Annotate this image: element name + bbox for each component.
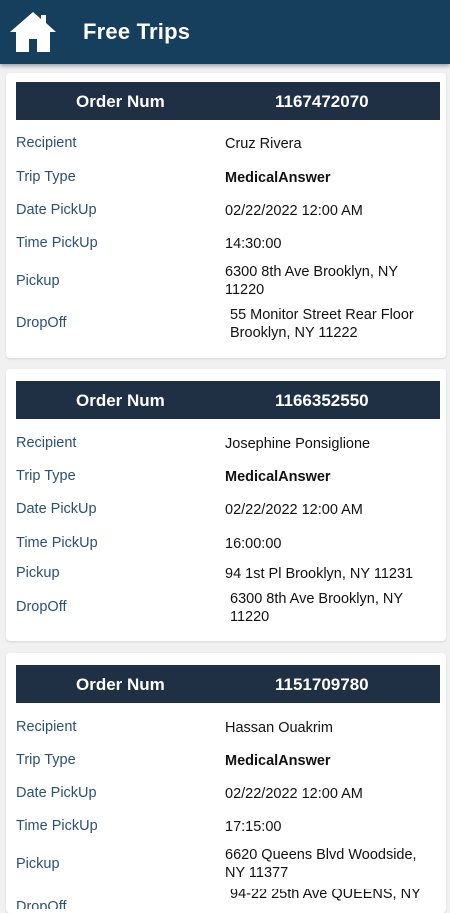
- order-num-label: Order Num: [76, 675, 165, 694]
- order-header: Order Num 1151709780: [16, 665, 440, 703]
- trip-card[interactable]: Order Num 1167472070 Recipient Cruz Rive…: [6, 73, 446, 358]
- dropoff-value: 55 Monitor Street Rear Floor Brooklyn, N…: [230, 307, 414, 341]
- recipient-label: Recipient: [16, 435, 77, 451]
- dropoff-label: DropOff: [16, 315, 67, 331]
- pickup-label: Pickup: [16, 273, 60, 289]
- recipient-value: Josephine Ponsiglione: [225, 436, 371, 452]
- trip-type-label: Trip Type: [16, 169, 76, 185]
- dropoff-label: DropOff: [16, 599, 67, 615]
- time-pickup-value: 17:15:00: [225, 819, 282, 835]
- date-pickup-label: Date PickUp: [16, 785, 97, 801]
- pickup-value: 6300 8th Ave Brooklyn, NY 11220: [225, 264, 398, 298]
- dropoff-label: DropOff: [16, 899, 67, 909]
- pickup-label: Pickup: [16, 565, 60, 581]
- order-num-value: 1166352550: [275, 391, 369, 410]
- date-pickup-label: Date PickUp: [16, 501, 97, 517]
- pickup-label: Pickup: [16, 856, 60, 872]
- pickup-value: 6620 Queens Blvd Woodside, NY 11377: [225, 847, 417, 881]
- order-num-value: 1167472070: [275, 92, 369, 111]
- time-pickup-value: 16:00:00: [225, 536, 282, 552]
- recipient-label: Recipient: [16, 719, 77, 735]
- dropoff-value: 94-22 25th Ave QUEENS, NY: [230, 889, 421, 902]
- time-pickup-label: Time PickUp: [16, 235, 98, 251]
- order-num-label: Order Num: [76, 92, 165, 111]
- order-num-label: Order Num: [76, 391, 165, 410]
- trip-type-label: Trip Type: [16, 468, 76, 484]
- time-pickup-label: Time PickUp: [16, 818, 98, 834]
- trip-type-value: MedicalAnswer: [225, 170, 331, 186]
- dropoff-value: 6300 8th Ave Brooklyn, NY 11220: [230, 591, 403, 625]
- order-header: Order Num 1167472070: [16, 82, 440, 120]
- date-pickup-value: 02/22/2022 12:00 AM: [225, 786, 363, 802]
- trip-card[interactable]: Order Num 1151709780 Recipient Hassan Ou…: [6, 653, 446, 913]
- date-pickup-label: Date PickUp: [16, 202, 97, 218]
- page-title: Free Trips: [83, 19, 191, 44]
- trip-type-value: MedicalAnswer: [225, 469, 331, 485]
- recipient-value: Hassan Ouakrim: [225, 720, 333, 736]
- app-bar: Free Trips: [0, 0, 450, 64]
- pickup-value: 94 1st Pl Brooklyn, NY 11231: [225, 566, 414, 582]
- trip-card[interactable]: Order Num 1166352550 Recipient Josephine…: [6, 369, 446, 641]
- order-num-value: 1151709780: [275, 675, 369, 694]
- trip-type-value: MedicalAnswer: [225, 753, 331, 769]
- home-button[interactable]: [8, 10, 58, 54]
- date-pickup-value: 02/22/2022 12:00 AM: [225, 203, 363, 219]
- trip-type-label: Trip Type: [16, 752, 76, 768]
- dropoff-row: DropOff 94-22 25th Ave QUEENS, NY: [16, 889, 440, 909]
- order-header: Order Num 1166352550: [16, 381, 440, 419]
- time-pickup-label: Time PickUp: [16, 535, 98, 551]
- home-icon: [10, 12, 56, 52]
- date-pickup-value: 02/22/2022 12:00 AM: [225, 502, 363, 518]
- recipient-label: Recipient: [16, 135, 77, 151]
- time-pickup-value: 14:30:00: [225, 236, 282, 252]
- recipient-value: Cruz Rivera: [225, 136, 302, 152]
